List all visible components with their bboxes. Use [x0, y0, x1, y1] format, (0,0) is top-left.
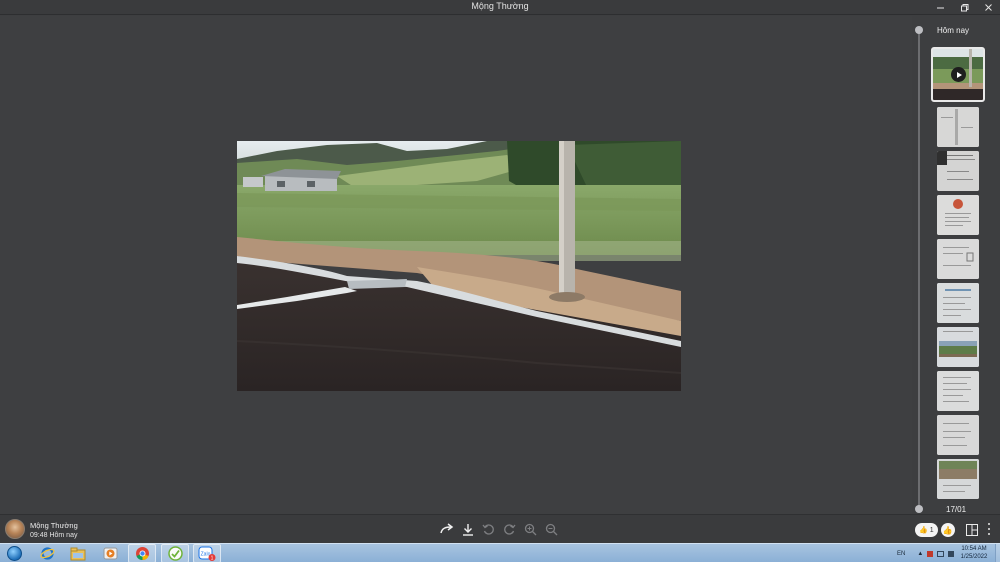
- timeline-date-bottom: 17/01: [946, 505, 967, 514]
- thumbnail-video-active[interactable]: [931, 47, 985, 102]
- restore-icon: [960, 4, 968, 12]
- timeline-track[interactable]: [918, 29, 920, 509]
- timeline-date-today: Hôm nay: [937, 26, 970, 35]
- zoom-out-button[interactable]: [543, 521, 560, 537]
- minimize-button[interactable]: [928, 0, 952, 15]
- more-dot: [988, 528, 990, 530]
- taskbar-clock[interactable]: 10:54 AM 1/25/2022: [955, 545, 993, 561]
- document-thumbnail-image: [937, 151, 979, 191]
- thumbnail-document[interactable]: [937, 283, 979, 323]
- media-timeline: Hôm nay 17/01: [912, 16, 1000, 514]
- close-button[interactable]: [976, 0, 1000, 15]
- thumbnail-document[interactable]: [937, 107, 979, 147]
- taskbar-internet-explorer[interactable]: [33, 544, 61, 562]
- document-thumbnail-image: [937, 415, 979, 455]
- thumbnail-photo[interactable]: [937, 327, 979, 367]
- download-button[interactable]: [459, 521, 476, 537]
- thumbnail-document[interactable]: [937, 371, 979, 411]
- more-dot: [988, 523, 990, 525]
- title-bar: Mộng Thường: [0, 0, 1000, 15]
- photo-thumbnail-image: [937, 459, 979, 499]
- zalo-icon: Zalo1: [198, 546, 216, 562]
- thumbnail-document[interactable]: [937, 195, 979, 235]
- react-button[interactable]: 👍: [940, 523, 955, 537]
- internet-explorer-icon: [39, 547, 55, 560]
- os-taskbar: Zalo 1 EN ▲ 10:54 AM 1/25/2022: [0, 543, 1000, 562]
- chrome-icon: [135, 547, 149, 560]
- more-options-button[interactable]: [985, 521, 993, 537]
- thumbnail-document[interactable]: [937, 239, 979, 279]
- document-thumbnail-image: [937, 195, 979, 235]
- video-frame[interactable]: [237, 141, 681, 391]
- start-button[interactable]: [3, 544, 25, 562]
- layout-icon: [966, 524, 978, 536]
- window-controls: [928, 0, 1000, 15]
- sent-time: 09:48 Hôm nay: [30, 532, 78, 539]
- rotate-left-button[interactable]: [480, 521, 497, 537]
- play-icon[interactable]: [951, 67, 966, 82]
- rotate-right-icon: [504, 523, 516, 535]
- zoom-out-icon: [545, 523, 558, 535]
- flag-icon[interactable]: [927, 550, 934, 557]
- network-icon[interactable]: [937, 550, 945, 557]
- folder-icon: [70, 547, 86, 560]
- taskbar-chrome[interactable]: [128, 544, 156, 562]
- taskbar-zalo[interactable]: Zalo 1: [193, 544, 221, 562]
- rotate-left-icon: [482, 523, 494, 535]
- taskbar-file-explorer[interactable]: [64, 544, 92, 562]
- layout-toggle-button[interactable]: [966, 523, 978, 536]
- media-viewer: [0, 16, 912, 514]
- document-thumbnail-image: [937, 283, 979, 323]
- share-icon: [439, 523, 453, 534]
- thumbnail-document[interactable]: [937, 151, 979, 191]
- more-dot: [988, 533, 990, 535]
- reaction-count-button[interactable]: 👍 1: [915, 523, 938, 537]
- language-indicator[interactable]: EN: [897, 551, 905, 557]
- show-desktop-button[interactable]: [995, 544, 1000, 562]
- clock-date: 1/25/2022: [960, 554, 988, 560]
- photo-thumbnail-image: [937, 327, 979, 367]
- share-button[interactable]: [438, 521, 455, 537]
- document-thumbnail-image: [937, 371, 979, 411]
- media-toolbar: [438, 521, 560, 537]
- reaction-count: 1: [929, 526, 934, 534]
- timeline-end-dot[interactable]: [915, 505, 923, 513]
- viewer-footer: Mộng Thường 09:48 Hôm nay 👍 1 👍: [0, 514, 1000, 543]
- document-thumbnail-image: [937, 239, 979, 279]
- clock-time: 10:54 AM: [961, 546, 987, 552]
- taskbar-media-player[interactable]: [96, 544, 124, 562]
- thumbnail-document[interactable]: [937, 415, 979, 455]
- green-app-icon: [167, 546, 183, 561]
- tray-expand-icon[interactable]: ▲: [917, 551, 923, 557]
- minimize-icon: [936, 7, 944, 9]
- volume-icon[interactable]: [948, 550, 955, 557]
- download-icon: [462, 523, 473, 536]
- field-photo: [237, 141, 681, 391]
- timeline-start-dot[interactable]: [915, 26, 923, 34]
- zoom-in-button[interactable]: [522, 521, 539, 537]
- zoom-in-icon: [524, 523, 537, 535]
- close-icon: [984, 4, 992, 11]
- restore-button[interactable]: [952, 0, 976, 15]
- window-title: Mộng Thường: [471, 1, 529, 11]
- thumbs-up-icon: 👍: [942, 525, 953, 535]
- thumbnail-photo[interactable]: [937, 459, 979, 499]
- zalo-badge: 1: [211, 556, 214, 562]
- rotate-right-button[interactable]: [501, 521, 518, 537]
- windows-logo-icon: [6, 546, 22, 561]
- media-player-icon: [103, 547, 117, 560]
- system-tray: EN ▲: [897, 544, 955, 562]
- thumbs-up-icon: 👍: [919, 527, 928, 534]
- sender-name: Mộng Thường: [30, 521, 78, 530]
- taskbar-green-app[interactable]: [161, 544, 189, 562]
- reactions: 👍 1 👍: [915, 523, 955, 537]
- avatar[interactable]: [5, 519, 25, 539]
- document-thumbnail-image: [937, 107, 979, 147]
